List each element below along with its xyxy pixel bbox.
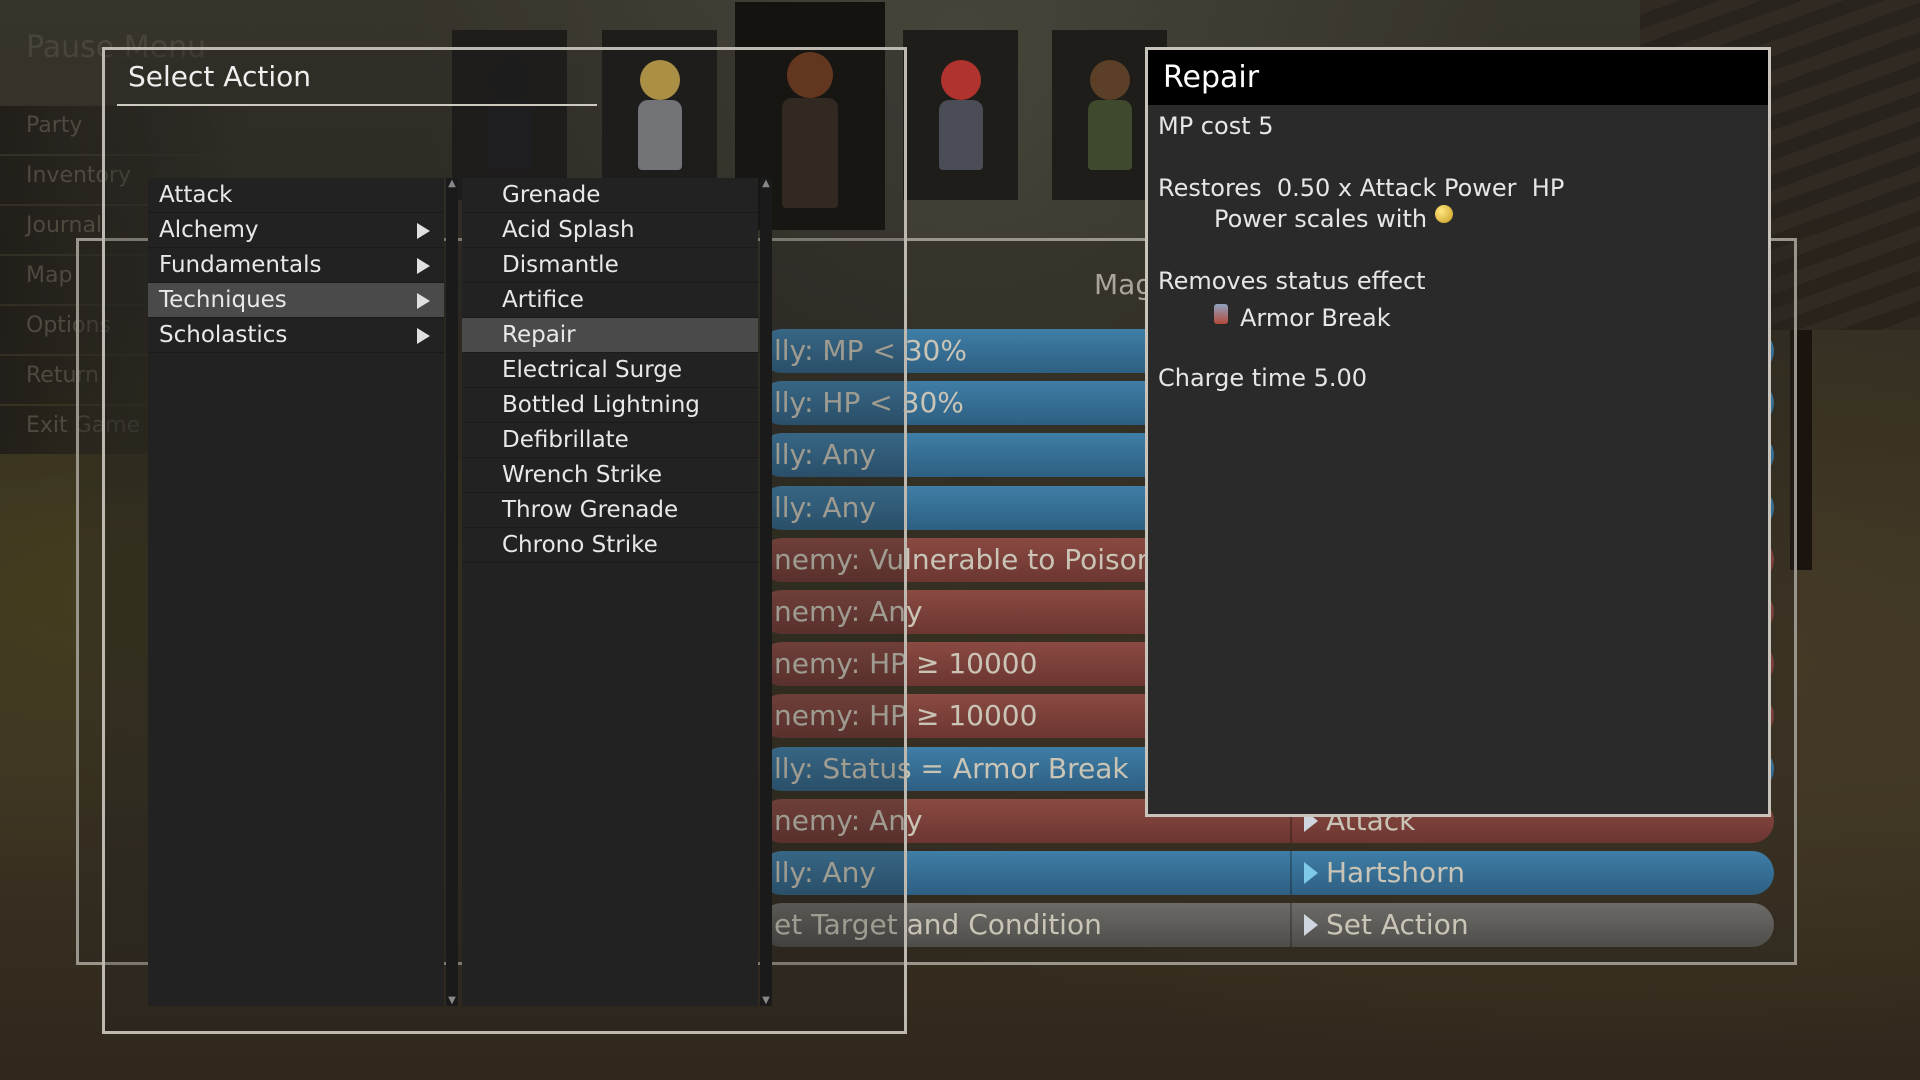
tactic-action[interactable]: Hartshorn bbox=[1290, 851, 1780, 895]
mp-cost: MP cost 5 bbox=[1158, 112, 1274, 140]
armor-break-icon bbox=[1214, 304, 1228, 324]
removes-line: Removes status effect bbox=[1158, 267, 1426, 295]
category-scrollbar[interactable]: ▲ ▼ bbox=[446, 178, 458, 1006]
play-arrow-icon bbox=[1304, 862, 1318, 884]
tactic-row[interactable]: et Target and Condition Set Action bbox=[760, 903, 1774, 947]
technique-item[interactable]: Grenade bbox=[462, 178, 758, 213]
technique-item[interactable]: Artifice bbox=[462, 283, 758, 318]
category-label: Fundamentals bbox=[159, 252, 322, 278]
technique-item[interactable]: Wrench Strike bbox=[462, 458, 758, 493]
category-techniques[interactable]: Techniques bbox=[148, 283, 444, 318]
category-list: Attack Alchemy Fundamentals Techniques S… bbox=[148, 178, 444, 1006]
character-body bbox=[938, 100, 983, 170]
title-underline bbox=[117, 104, 597, 106]
category-label: Attack bbox=[159, 182, 233, 208]
restores-line: Restores 0.50 x Attack Power HP bbox=[1158, 174, 1565, 202]
technique-item[interactable]: Dismantle bbox=[462, 248, 758, 283]
scroll-up-icon[interactable]: ▲ bbox=[760, 178, 772, 189]
technique-item[interactable]: Acid Splash bbox=[462, 213, 758, 248]
category-label: Techniques bbox=[159, 287, 287, 313]
technique-item[interactable]: Defibrillate bbox=[462, 423, 758, 458]
category-scholastics[interactable]: Scholastics bbox=[148, 318, 444, 353]
character-body bbox=[1087, 100, 1132, 170]
category-attack[interactable]: Attack bbox=[148, 178, 444, 213]
play-arrow-icon bbox=[1304, 914, 1318, 936]
technique-scrollbar[interactable]: ▲ ▼ bbox=[760, 178, 772, 1006]
charge-line: Charge time 5.00 bbox=[1158, 364, 1368, 392]
submenu-arrow-icon bbox=[417, 223, 430, 239]
tactic-action[interactable]: Set Action bbox=[1290, 903, 1780, 947]
technique-item-selected[interactable]: Repair bbox=[462, 318, 758, 353]
technique-item[interactable]: Bottled Lightning bbox=[462, 388, 758, 423]
technique-item[interactable]: Throw Grenade bbox=[462, 493, 758, 528]
character-head bbox=[1089, 60, 1130, 100]
technique-item[interactable]: Electrical Surge bbox=[462, 353, 758, 388]
tactic-row[interactable]: lly: Any Hartshorn bbox=[760, 851, 1774, 895]
scales-text: Power scales with bbox=[1214, 205, 1428, 233]
scales-line: Power scales with bbox=[1158, 204, 1768, 235]
category-label: Scholastics bbox=[159, 322, 288, 348]
status-line: Armor Break bbox=[1158, 303, 1768, 334]
technique-item[interactable]: Chrono Strike bbox=[462, 528, 758, 563]
party-portrait-4[interactable] bbox=[903, 30, 1018, 200]
category-fundamentals[interactable]: Fundamentals bbox=[148, 248, 444, 283]
category-label: Alchemy bbox=[159, 217, 259, 243]
skill-info-title: Repair bbox=[1148, 50, 1768, 105]
tactic-action-label: Hartshorn bbox=[1326, 856, 1465, 889]
skill-info-body: MP cost 5 Restores 0.50 x Attack Power H… bbox=[1148, 111, 1768, 394]
scroll-down-icon[interactable]: ▼ bbox=[446, 995, 458, 1006]
coin-icon bbox=[1435, 205, 1454, 223]
tactic-action-label: Set Action bbox=[1326, 908, 1469, 941]
submenu-arrow-icon bbox=[417, 258, 430, 274]
scroll-down-icon[interactable]: ▼ bbox=[760, 995, 772, 1006]
select-action-title: Select Action bbox=[128, 60, 311, 93]
status-name: Armor Break bbox=[1240, 304, 1391, 332]
technique-list: Grenade Acid Splash Dismantle Artifice R… bbox=[462, 178, 758, 1006]
character-head bbox=[940, 60, 981, 100]
skill-info-window: Repair MP cost 5 Restores 0.50 x Attack … bbox=[1145, 47, 1771, 817]
submenu-arrow-icon bbox=[417, 293, 430, 309]
category-alchemy[interactable]: Alchemy bbox=[148, 213, 444, 248]
scroll-up-icon[interactable]: ▲ bbox=[446, 178, 458, 189]
submenu-arrow-icon bbox=[417, 328, 430, 344]
